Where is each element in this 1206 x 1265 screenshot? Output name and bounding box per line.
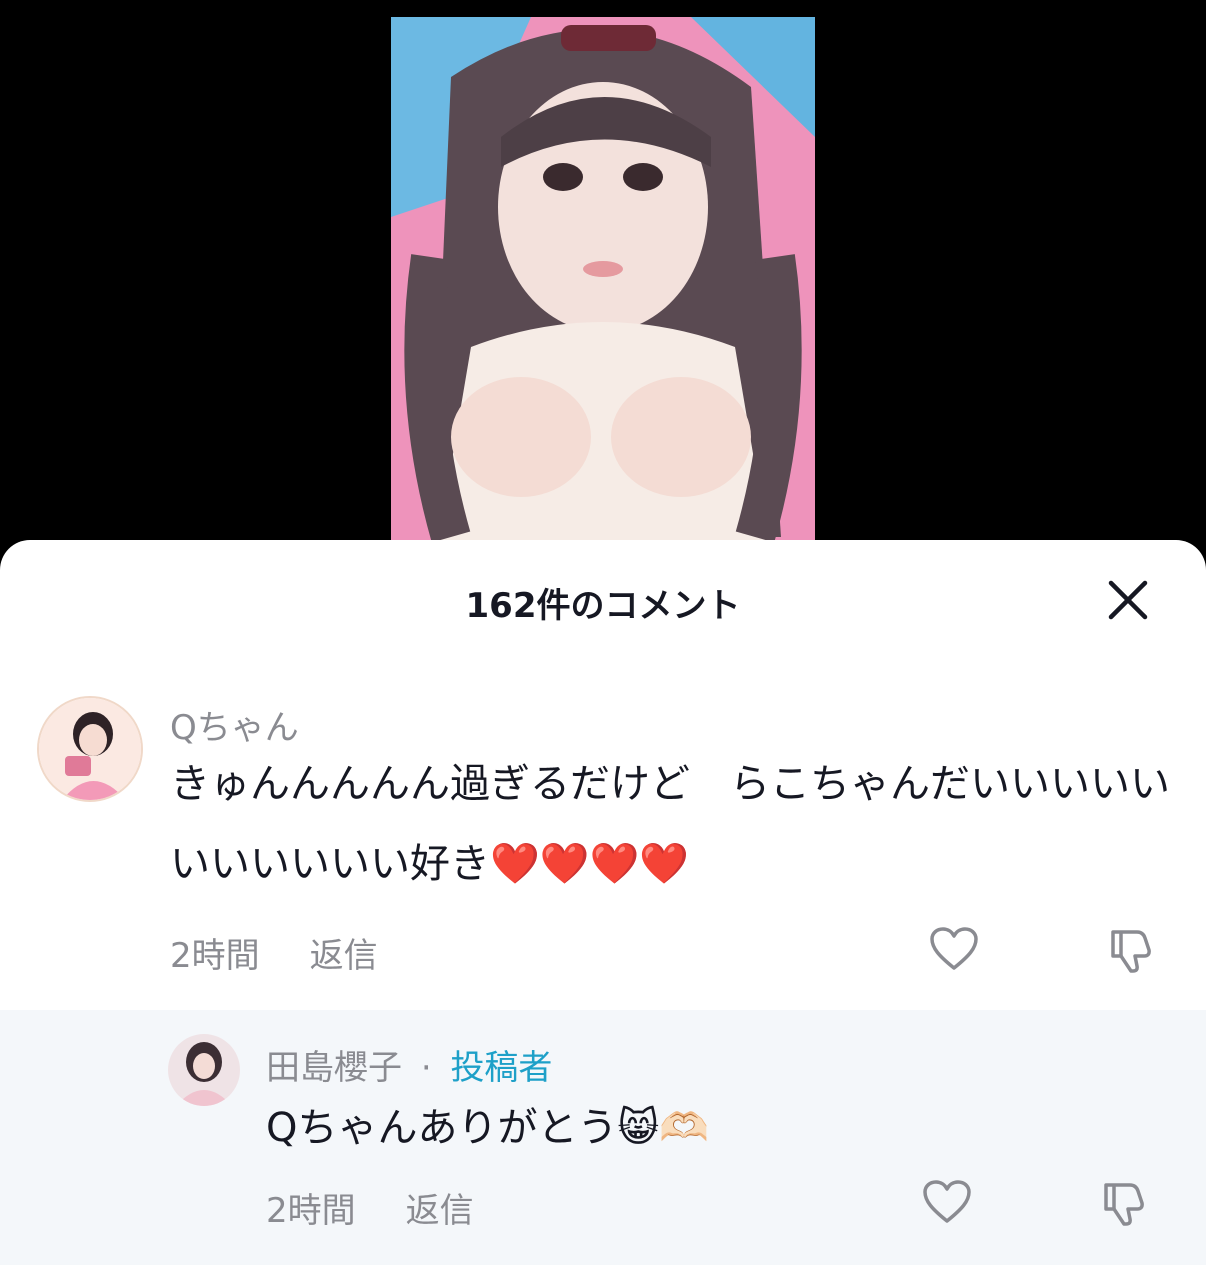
comments-title: 162件のコメント <box>465 586 741 626</box>
separator: · <box>420 1048 432 1088</box>
reply-text: Qちゃんありがとう😸🫶🏻 <box>266 1105 709 1151</box>
comment-meta: 2時間 返信 <box>170 928 378 977</box>
author-badge: 投稿者 <box>450 1048 553 1088</box>
dislike-icon <box>1104 1183 1144 1226</box>
reply-button[interactable]: 返信 <box>406 1183 474 1232</box>
video-area[interactable] <box>0 0 1206 560</box>
video-frame-image <box>391 17 815 560</box>
comment-time: 2時間 <box>170 936 260 976</box>
heart-icon <box>930 927 978 970</box>
comment-text: きゅんんんんん過ぎるだけど らこちゃんだいいいいいいいいいいい好き❤️❤️❤️❤… <box>170 761 1170 887</box>
reply-username-text[interactable]: 田島櫻子 <box>266 1048 402 1088</box>
reply-meta: 2時間 返信 <box>266 1183 474 1232</box>
dislike-button[interactable] <box>1105 922 1159 976</box>
dislike-button[interactable] <box>1098 1175 1152 1229</box>
heart-icon <box>923 1180 971 1223</box>
close-icon <box>1108 580 1148 620</box>
reply-time: 2時間 <box>266 1191 356 1231</box>
comment-item: Qちゃん きゅんんんんん過ぎるだけど らこちゃんだいいいいいいいいいいい好き❤️… <box>0 690 1206 1010</box>
close-button[interactable] <box>1103 575 1153 625</box>
dislike-icon <box>1111 930 1151 973</box>
video-thumbnail[interactable] <box>391 17 815 560</box>
reply-button[interactable]: 返信 <box>310 928 378 977</box>
avatar[interactable] <box>168 1034 240 1106</box>
comment-username[interactable]: Qちゃん <box>170 700 299 749</box>
avatar[interactable] <box>37 696 143 802</box>
like-button[interactable] <box>920 1175 974 1229</box>
reply-username: 田島櫻子 · 投稿者 <box>266 1040 552 1089</box>
like-button[interactable] <box>927 922 981 976</box>
reply-item: 田島櫻子 · 投稿者 Qちゃんありがとう😸🫶🏻 2時間 返信 <box>0 1010 1206 1265</box>
